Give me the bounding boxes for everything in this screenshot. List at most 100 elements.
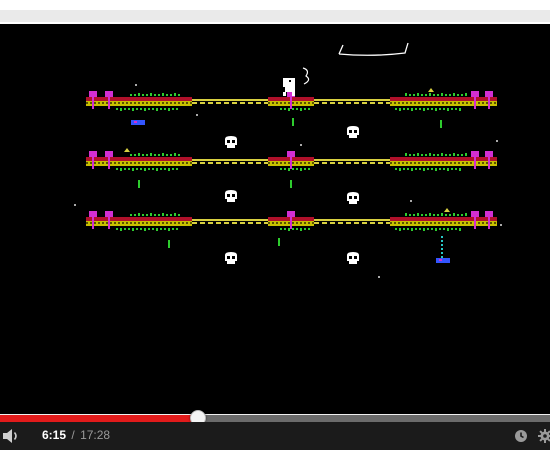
girder-pattern [158, 102, 160, 104]
girder-pattern [280, 222, 282, 224]
bridge-plank [192, 222, 197, 224]
girder-pattern [276, 102, 278, 104]
browser-top-bar [0, 0, 550, 25]
girder-pattern [292, 222, 294, 224]
bridge-plank [216, 102, 221, 104]
bridge-plank [200, 222, 205, 224]
duration: 17:28 [80, 428, 111, 442]
annotation-bracket [338, 42, 409, 56]
girder-pattern [110, 162, 112, 164]
grass-tuft [168, 168, 170, 171]
video-frame[interactable] [0, 24, 550, 414]
post-cap [471, 151, 479, 157]
girder-pattern [414, 222, 416, 224]
girder-pattern [90, 102, 92, 104]
girder-pattern [178, 162, 180, 164]
girder-pattern [422, 162, 424, 164]
girder-pattern [410, 222, 412, 224]
grass-tuft [451, 168, 453, 170]
grass-tuft [292, 168, 294, 170]
post-cap [485, 211, 493, 217]
grass-tuft [453, 213, 455, 216]
girder-pattern [122, 102, 124, 104]
grass-tuft [170, 214, 172, 216]
girder-pattern [150, 102, 152, 104]
girder-pattern [478, 222, 480, 224]
grass-tuft [144, 108, 146, 111]
grass-tuft [132, 168, 134, 171]
girder-pattern [114, 102, 116, 104]
girder-pattern [166, 222, 168, 224]
post-cap [287, 151, 295, 157]
grass-tuft [405, 153, 407, 156]
girder-pattern [138, 222, 140, 224]
bridge-plank [338, 162, 343, 164]
grass-tuft [429, 153, 431, 156]
bridge-plank [192, 162, 197, 164]
girder-pattern [398, 162, 400, 164]
grass-tuft [449, 94, 451, 96]
bridge-rail [192, 219, 268, 221]
star [196, 114, 198, 116]
post-cap [485, 91, 493, 97]
girder-pattern [94, 222, 96, 224]
grass-tuft [134, 154, 136, 156]
girder-pattern [402, 162, 404, 164]
girder-pattern [288, 162, 290, 164]
grass-tuft [136, 168, 138, 170]
grass-tuft [136, 228, 138, 230]
star [135, 84, 137, 86]
grass-tuft [174, 93, 176, 96]
grass-tuft [427, 108, 429, 110]
girder-pattern [296, 102, 298, 104]
girder-pattern [296, 162, 298, 164]
girder-pattern [182, 222, 184, 224]
girder-pattern [134, 102, 136, 104]
bridge-plank [208, 222, 213, 224]
girder-pattern [494, 102, 496, 104]
grass-tuft [280, 168, 282, 170]
hanging-vine [278, 238, 280, 246]
post [108, 217, 110, 229]
girder-pattern [166, 102, 168, 104]
volume-icon[interactable] [2, 428, 20, 444]
girder-pattern [142, 102, 144, 104]
bridge-rail [314, 99, 390, 101]
grass-tuft [449, 214, 451, 216]
grass-tuft [465, 153, 467, 156]
post-cap [89, 211, 97, 217]
grass-tuft [421, 214, 423, 216]
girder-pattern [86, 162, 88, 164]
girder-pattern [280, 162, 282, 164]
bridge-plank [232, 162, 237, 164]
girder-pattern [406, 102, 408, 104]
grass-tuft [156, 108, 158, 111]
grass-tuft [174, 153, 176, 156]
grass-tuft [445, 214, 447, 216]
gear-icon[interactable] [538, 429, 550, 443]
grass-tuft [413, 154, 415, 156]
grass-tuft [451, 228, 453, 230]
grass-tuft [176, 108, 178, 110]
bridge-plank [256, 162, 261, 164]
grass-tuft [415, 228, 417, 230]
girder-pattern [186, 102, 188, 104]
grass-tuft [425, 154, 427, 156]
grass-tuft [128, 168, 130, 170]
girder-pattern [280, 102, 282, 104]
grass-tuft [423, 168, 425, 171]
clock-icon[interactable] [514, 429, 528, 443]
post-cap [471, 211, 479, 217]
grass-tuft [459, 228, 461, 231]
progress-bar[interactable] [0, 410, 550, 426]
girder-pattern [146, 102, 148, 104]
bridge-plank [370, 162, 375, 164]
grass-tuft [130, 94, 132, 96]
girder-pattern [138, 162, 140, 164]
grass-tuft [154, 214, 156, 216]
grass-tuft [300, 228, 302, 231]
grass-tuft [441, 153, 443, 156]
girder-pattern [482, 162, 484, 164]
girder-pattern [106, 162, 108, 164]
post [474, 97, 476, 109]
